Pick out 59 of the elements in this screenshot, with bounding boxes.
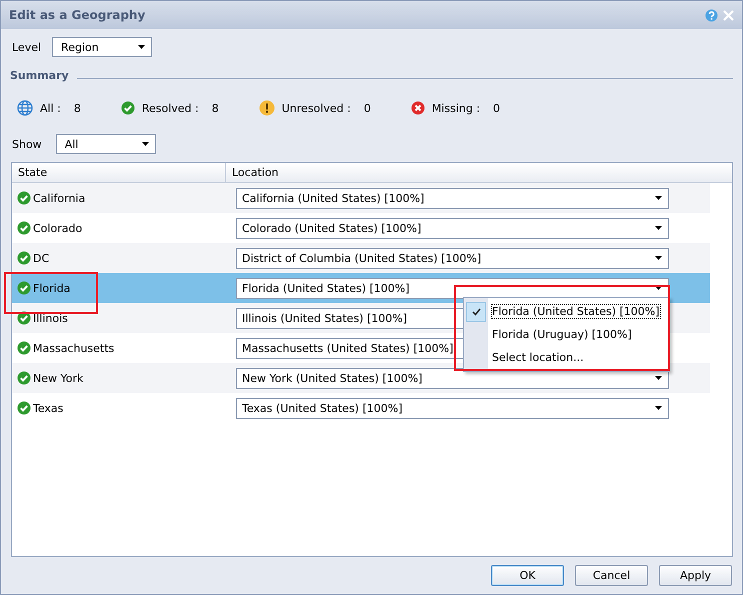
check-icon	[17, 251, 31, 265]
location-dropdown[interactable]: District of Columbia (United States) [100%]	[236, 248, 669, 268]
caret-icon	[655, 256, 662, 260]
caret-icon	[655, 286, 662, 290]
state-cell: Illinois	[33, 312, 68, 324]
caret-icon	[655, 406, 662, 410]
column-header[interactable]: Location	[226, 163, 279, 182]
location-dropdown[interactable]: California (United States) [100%]	[236, 188, 669, 208]
show-label: Show	[12, 138, 42, 150]
caret-icon	[655, 196, 662, 200]
check-icon	[17, 371, 31, 385]
summary-heading: Summary	[10, 69, 69, 82]
column-header[interactable]: State	[12, 163, 226, 182]
dialog-button[interactable]: OK	[491, 565, 564, 586]
table-row[interactable]: Florida Florida (United States) [100%]	[12, 273, 710, 303]
help-icon[interactable]	[705, 8, 718, 22]
globe-icon	[17, 100, 33, 116]
stat-label: Unresolved :	[282, 102, 351, 114]
state-cell: Texas	[33, 402, 64, 414]
check-icon	[17, 191, 31, 205]
dialog-button[interactable]: Cancel	[575, 565, 648, 586]
table-row[interactable]: DC District of Columbia (United States) [100%]	[12, 243, 710, 273]
stat-count: 0	[364, 102, 371, 114]
warning-icon	[258, 100, 275, 116]
stat-count: 8	[212, 102, 219, 114]
caret-icon	[142, 142, 149, 146]
show-dropdown[interactable]: All	[56, 134, 156, 154]
check-icon	[17, 341, 31, 355]
caret-icon	[655, 226, 662, 230]
location-dropdown[interactable]: Texas (United States) [100%]	[236, 398, 669, 418]
location-dropdown[interactable]: Florida (United States) [100%]	[236, 278, 669, 298]
table-row[interactable]: New York New York (United States) [100%]	[12, 363, 710, 393]
location-dropdown[interactable]: Colorado (United States) [100%]	[236, 218, 669, 238]
state-cell: Massachusetts	[33, 342, 114, 354]
error-icon	[410, 101, 425, 115]
table-row[interactable]: California California (United States) [100%]	[12, 183, 710, 213]
check-icon	[17, 221, 31, 235]
stat-count: 8	[74, 102, 81, 114]
level-label: Level	[12, 40, 42, 54]
caret-icon	[655, 376, 662, 380]
state-cell: Colorado	[33, 222, 82, 234]
stat-label: Resolved :	[142, 102, 199, 114]
state-cell: Florida	[33, 282, 70, 294]
caret-icon	[138, 45, 146, 49]
check-icon	[17, 281, 31, 295]
check-icon	[120, 101, 135, 115]
checkmark-icon	[472, 308, 480, 316]
check-icon	[17, 311, 31, 325]
window-title: Edit as a Geography	[9, 8, 146, 22]
stat-label: All :	[40, 102, 61, 114]
check-icon	[17, 401, 31, 415]
state-cell: New York	[33, 372, 84, 384]
dialog-button[interactable]: Apply	[659, 565, 732, 586]
close-icon[interactable]	[723, 10, 734, 20]
state-cell: California	[33, 192, 86, 204]
level-dropdown[interactable]: Region	[52, 37, 152, 57]
stat-count: 0	[493, 102, 500, 114]
state-cell: DC	[33, 252, 50, 264]
stat-label: Missing :	[432, 102, 480, 114]
